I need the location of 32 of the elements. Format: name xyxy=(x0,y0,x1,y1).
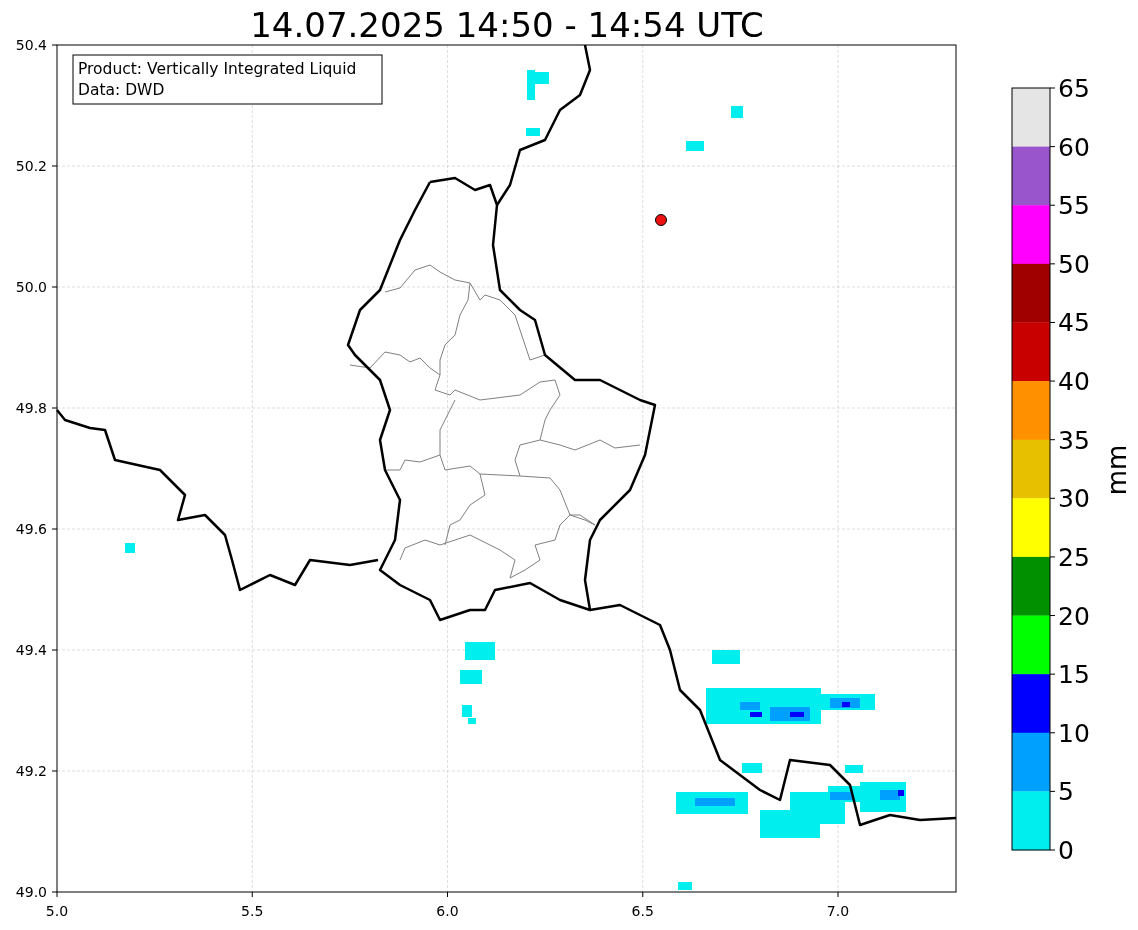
colorbar-tick-label: 40 xyxy=(1058,367,1090,397)
x-tick-label: 7.0 xyxy=(826,903,850,919)
y-tick-label: 49.8 xyxy=(15,400,47,416)
legend-text: Product: Vertically Integrated Liquid xyxy=(78,60,357,78)
y-tick-label: 50.2 xyxy=(15,158,47,174)
x-tick-label: 5.5 xyxy=(241,903,264,919)
y-tick-label: 50.0 xyxy=(15,279,47,295)
y-tick-label: 49.6 xyxy=(15,521,47,537)
colorbar-tick-label: 35 xyxy=(1058,425,1090,455)
x-tick-label: 6.0 xyxy=(436,903,459,919)
station-marker xyxy=(655,214,667,226)
legend-text: Data: DWD xyxy=(78,81,165,99)
colorbar-tick-label: 10 xyxy=(1058,718,1090,748)
y-tick-label: 49.2 xyxy=(15,763,47,779)
colorbar-tick-label: 5 xyxy=(1058,777,1074,807)
colorbar-tick-label: 45 xyxy=(1058,308,1090,338)
chart-title: 14.07.2025 14:50 - 14:54 UTC xyxy=(250,5,764,45)
y-tick-label: 49.4 xyxy=(15,642,47,658)
colorbar-tick-label: 60 xyxy=(1058,132,1090,162)
colorbar-tick-label: 65 xyxy=(1058,74,1090,103)
y-tick-label: 50.4 xyxy=(15,37,47,53)
x-tick-label: 5.0 xyxy=(45,903,69,919)
colorbar-tick-label: 50 xyxy=(1058,249,1090,279)
colorbar-tick-label: 20 xyxy=(1058,601,1090,631)
colorbar-tick-label: 0 xyxy=(1058,836,1074,865)
colorbar-tick-label: 30 xyxy=(1058,484,1090,514)
y-tick-label: 49.0 xyxy=(15,884,47,900)
colorbar-tick-label: 55 xyxy=(1058,191,1090,221)
colorbar-label: mm xyxy=(1102,444,1132,496)
x-tick-label: 6.5 xyxy=(631,903,654,919)
colorbar-tick-label: 25 xyxy=(1058,542,1090,572)
colorbar-tick-label: 15 xyxy=(1058,660,1090,690)
